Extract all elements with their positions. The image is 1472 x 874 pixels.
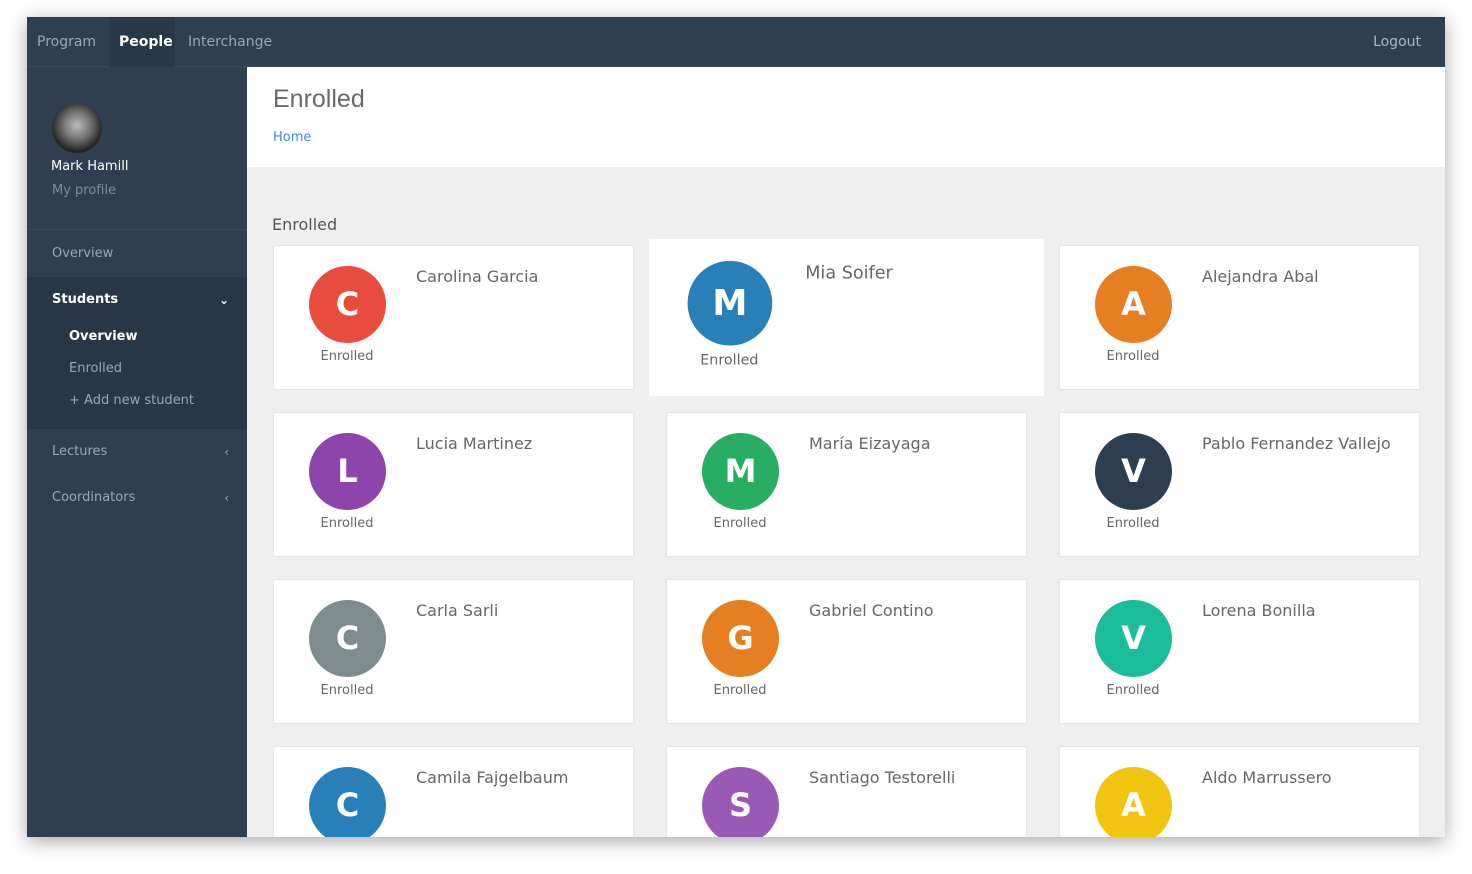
student-name[interactable]: Santiago Testorelli — [809, 767, 1009, 789]
student-card[interactable]: C Enrolled Carla Sarli — [273, 579, 634, 724]
sidebar: Mark Hamill My profile Overview Students… — [27, 67, 247, 837]
chevron-left-icon: ‹ — [224, 491, 229, 505]
student-card[interactable]: V Enrolled Pablo Fernandez Vallejo — [1059, 412, 1420, 557]
status-label: Enrolled — [320, 683, 374, 698]
initial-avatar: C — [309, 266, 386, 343]
chevron-left-icon: ‹ — [224, 445, 229, 459]
submenu-overview[interactable]: Overview — [69, 329, 138, 344]
initial-avatar: L — [309, 433, 386, 510]
student-name[interactable]: María Eizayaga — [809, 433, 1009, 455]
student-card[interactable]: L Enrolled Lucia Martinez — [273, 412, 634, 557]
initial-avatar: A — [1095, 767, 1172, 837]
student-card[interactable]: C Enrolled Camila Fajgelbaum — [273, 746, 634, 837]
status-label: Enrolled — [320, 349, 374, 364]
top-navbar: Program People Interchange Logout — [27, 17, 1445, 67]
nav-people[interactable]: People — [109, 17, 175, 67]
initial-avatar: C — [309, 767, 386, 837]
status-label: Enrolled — [1106, 683, 1160, 698]
submenu-enrolled[interactable]: Enrolled — [69, 361, 122, 376]
page-title: Enrolled — [273, 85, 365, 113]
sidebar-item-coordinators[interactable]: Coordinators ‹ — [27, 475, 247, 521]
avatar[interactable] — [52, 103, 102, 153]
chevron-down-icon: ⌄ — [218, 293, 229, 307]
submenu-add-student[interactable]: + Add new student — [69, 393, 194, 408]
sidebar-item-overview[interactable]: Overview — [27, 231, 247, 277]
student-name[interactable]: Gabriel Contino — [809, 600, 1009, 622]
app-window: Program People Interchange Logout Mark H… — [27, 17, 1445, 837]
status-label: Enrolled — [1106, 516, 1160, 531]
student-name[interactable]: Pablo Fernandez Vallejo — [1202, 433, 1402, 455]
sidebar-item-label: Students — [52, 292, 119, 307]
student-card[interactable]: S Enrolled Santiago Testorelli — [666, 746, 1027, 837]
student-card[interactable]: G Enrolled Gabriel Contino — [666, 579, 1027, 724]
student-name[interactable]: Mia Soifer — [805, 261, 1025, 285]
student-card[interactable]: C Enrolled Carolina Garcia — [273, 245, 634, 390]
nav-interchange[interactable]: Interchange — [178, 17, 282, 67]
divider — [27, 229, 247, 230]
student-name[interactable]: Camila Fajgelbaum — [416, 767, 616, 789]
students-submenu: Overview Enrolled + Add new student — [27, 323, 247, 429]
user-name: Mark Hamill — [51, 159, 129, 174]
student-name[interactable]: Alejandra Abal — [1202, 266, 1402, 288]
breadcrumb-home[interactable]: Home — [273, 130, 311, 145]
student-card[interactable]: M Enrolled Mia Soifer — [647, 237, 1046, 398]
student-card[interactable]: A Enrolled Alejandra Abal — [1059, 245, 1420, 390]
student-card[interactable]: V Enrolled Lorena Bonilla — [1059, 579, 1420, 724]
nav-program[interactable]: Program — [27, 17, 106, 67]
sidebar-item-students[interactable]: Students ⌄ — [27, 277, 247, 323]
my-profile-link[interactable]: My profile — [52, 183, 116, 198]
initial-avatar: M — [687, 260, 773, 346]
page-header: Enrolled Home — [247, 67, 1445, 167]
initial-avatar: S — [702, 767, 779, 837]
initial-avatar: V — [1095, 433, 1172, 510]
initial-avatar: M — [702, 433, 779, 510]
student-name[interactable]: Carolina Garcia — [416, 266, 616, 288]
student-name[interactable]: Lorena Bonilla — [1202, 600, 1402, 622]
initial-avatar: C — [309, 600, 386, 677]
initial-avatar: A — [1095, 266, 1172, 343]
sidebar-item-lectures[interactable]: Lectures ‹ — [27, 429, 247, 475]
status-label: Enrolled — [700, 352, 759, 369]
student-card[interactable]: A Enrolled Aldo Marrussero — [1059, 746, 1420, 837]
student-card[interactable]: M Enrolled María Eizayaga — [666, 412, 1027, 557]
status-label: Enrolled — [713, 516, 767, 531]
status-label: Enrolled — [320, 516, 374, 531]
student-name[interactable]: Lucia Martinez — [416, 433, 616, 455]
status-label: Enrolled — [1106, 349, 1160, 364]
sidebar-item-label: Lectures — [52, 444, 108, 459]
section-title: Enrolled — [272, 215, 338, 234]
initial-avatar: V — [1095, 600, 1172, 677]
logout-link[interactable]: Logout — [1373, 17, 1421, 67]
student-name[interactable]: Carla Sarli — [416, 600, 616, 622]
sidebar-item-label: Coordinators — [52, 490, 136, 505]
status-label: Enrolled — [713, 683, 767, 698]
initial-avatar: G — [702, 600, 779, 677]
student-name[interactable]: Aldo Marrussero — [1202, 767, 1402, 789]
